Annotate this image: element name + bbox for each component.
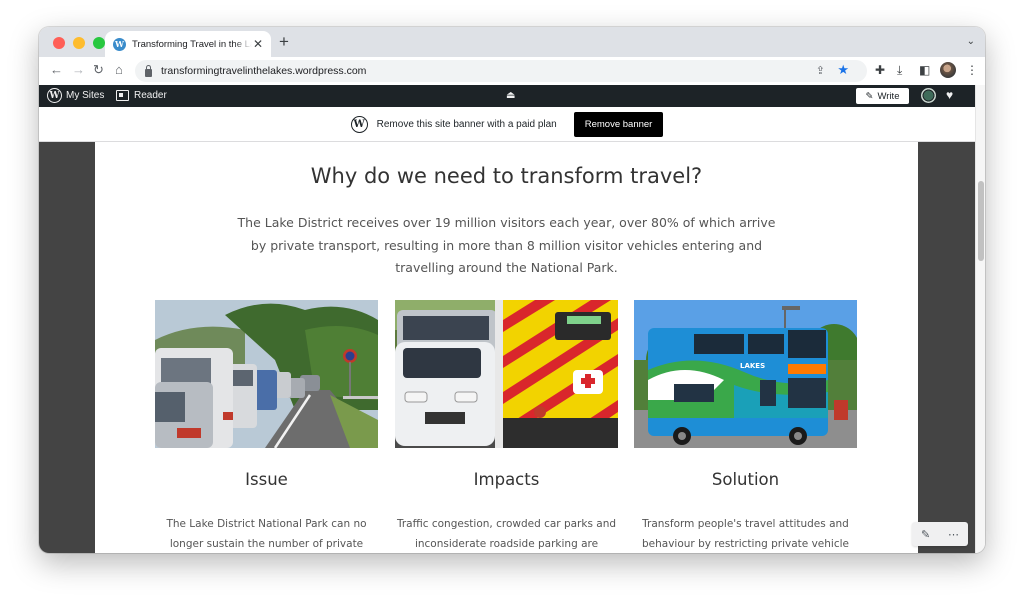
my-sites-link[interactable]: My Sites bbox=[66, 90, 104, 101]
back-button[interactable]: ← bbox=[50, 62, 63, 77]
bus-logo: LAKES bbox=[740, 362, 765, 370]
wp-admin-bar: W My Sites Reader ⏏ ✎ Write ♥ bbox=[39, 85, 975, 107]
section-heading: Why do we need to transform travel? bbox=[310, 164, 703, 188]
tab-close-icon[interactable]: ✕ bbox=[253, 37, 263, 51]
column-text: Transform people's travel attitudes and … bbox=[642, 518, 849, 550]
address-bar[interactable]: transformingtravelinthelakes.wordpress.c… bbox=[135, 60, 867, 82]
edit-pencil-icon[interactable]: ✎ bbox=[921, 528, 930, 541]
traffic-queue-image bbox=[155, 300, 378, 448]
tab-strip: W Transforming Travel in the Lakes ✕ + ⌄ bbox=[39, 27, 985, 57]
new-tab-button[interactable]: + bbox=[279, 32, 289, 52]
reload-button[interactable]: ↻ bbox=[93, 62, 104, 78]
write-label: Write bbox=[877, 90, 900, 102]
forward-button[interactable]: → bbox=[72, 62, 85, 77]
window-controls bbox=[53, 37, 105, 49]
column-heading: Solution bbox=[711, 470, 780, 489]
column-heading: Impacts bbox=[473, 470, 540, 489]
url-text[interactable]: transformingtravelinthelakes.wordpress.c… bbox=[161, 65, 366, 77]
download-icon[interactable]: ⤓ bbox=[897, 63, 902, 78]
wordpress-logo-icon: W bbox=[350, 115, 368, 133]
browser-menu-icon[interactable]: ⋮ bbox=[966, 63, 978, 77]
side-panel-icon[interactable]: ◧ bbox=[919, 63, 930, 77]
lakes-bus-image: LAKES bbox=[634, 300, 857, 448]
issue-column: Issue The Lake District National Park ca… bbox=[155, 300, 378, 550]
ambulance-traffic-image bbox=[395, 300, 618, 448]
more-options-icon[interactable]: ⋯ bbox=[948, 528, 959, 541]
reader-link[interactable]: Reader bbox=[134, 90, 167, 101]
column-heading: Issue bbox=[245, 470, 288, 489]
pencil-icon: ✎ bbox=[865, 90, 874, 102]
scrollbar-thumb[interactable] bbox=[978, 181, 984, 261]
extensions-icon[interactable]: ✚ bbox=[875, 63, 885, 77]
content-area: Why do we need to transform travel? The … bbox=[95, 142, 918, 553]
close-window-button[interactable] bbox=[53, 37, 65, 49]
home-button[interactable]: ⌂ bbox=[115, 62, 123, 77]
wordpress-favicon-icon: W bbox=[113, 37, 126, 51]
column-text: The Lake District National Park can no l… bbox=[166, 518, 367, 550]
intro-paragraph: The Lake District receives over 19 milli… bbox=[237, 215, 776, 275]
browser-window: W Transforming Travel in the Lakes ✕ + ⌄… bbox=[39, 27, 985, 553]
wordpress-logo-icon[interactable]: W bbox=[47, 88, 62, 103]
notifications-icon[interactable]: ♥ bbox=[946, 88, 953, 102]
solution-column: LAKES Solution Transform people's travel… bbox=[634, 300, 857, 550]
write-button[interactable]: ✎ Write bbox=[856, 88, 909, 104]
lock-icon bbox=[145, 64, 152, 77]
tab-search-chevron-icon[interactable]: ⌄ bbox=[967, 36, 975, 47]
tab-title: Transforming Travel in the Lakes bbox=[132, 38, 252, 50]
browser-toolbar: ← → ↻ ⌂ transformingtravelinthelakes.wor… bbox=[39, 57, 985, 85]
impacts-column: Impacts Traffic congestion, crowded car … bbox=[395, 300, 618, 550]
share-icon[interactable]: ⇪ bbox=[816, 64, 825, 77]
floating-edit-bar: ✎ ⋯ bbox=[912, 522, 968, 546]
banner-text: Remove this site banner with a paid plan bbox=[376, 118, 557, 130]
site-banner: W Remove this site banner with a paid pl… bbox=[39, 107, 975, 142]
admin-avatar[interactable] bbox=[921, 88, 936, 103]
minimize-window-button[interactable] bbox=[73, 37, 85, 49]
bookmark-star-icon[interactable]: ★ bbox=[837, 62, 849, 78]
remove-banner-button[interactable]: Remove banner bbox=[573, 111, 664, 137]
page-scrollbar[interactable] bbox=[975, 85, 985, 553]
zoom-window-button[interactable] bbox=[93, 37, 105, 49]
column-text: Traffic congestion, crowded car parks an… bbox=[396, 518, 617, 550]
profile-avatar[interactable] bbox=[940, 62, 956, 78]
collapse-icon[interactable]: ⏏ bbox=[506, 90, 515, 101]
active-tab[interactable]: W Transforming Travel in the Lakes ✕ bbox=[105, 31, 271, 57]
page-background: Why do we need to transform travel? The … bbox=[39, 142, 975, 553]
reader-icon[interactable] bbox=[116, 90, 129, 101]
